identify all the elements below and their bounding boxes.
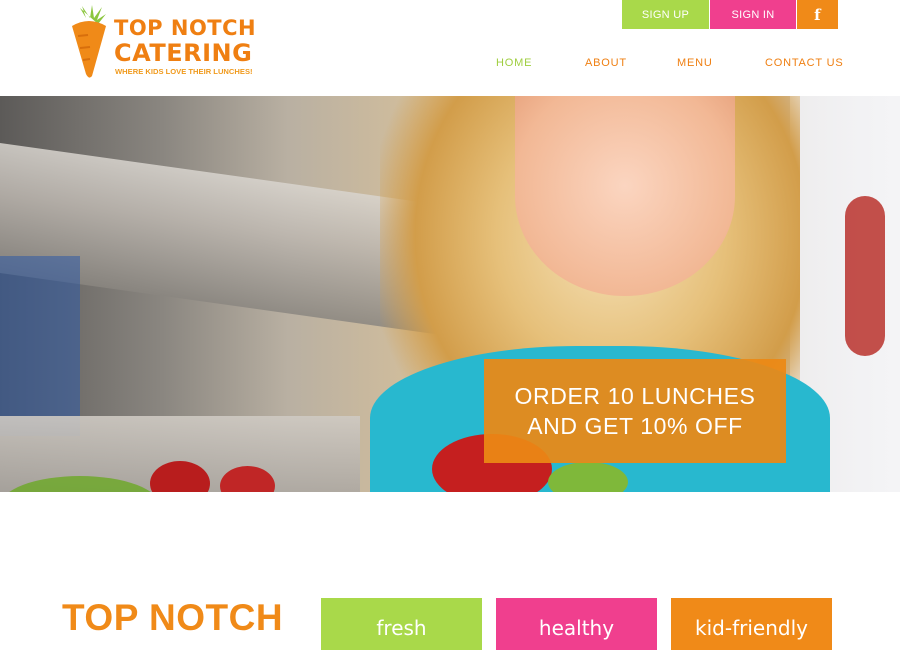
- hero-image-background-figure: [0, 256, 80, 436]
- promo-banner[interactable]: ORDER 10 LUNCHES AND GET 10% OFF: [484, 359, 786, 463]
- nav-home[interactable]: HOME: [496, 57, 532, 69]
- auth-buttons: SIGN UP SIGN IN f: [622, 0, 838, 29]
- hero-banner: ORDER 10 LUNCHES AND GET 10% OFF: [0, 96, 900, 492]
- main-nav: HOME ABOUT MENU CONTACT US: [0, 57, 900, 73]
- logo-name-line1: TOP NOTCH: [114, 16, 257, 40]
- feature-fresh[interactable]: fresh: [321, 598, 482, 650]
- nav-about[interactable]: ABOUT: [585, 57, 627, 69]
- intro-heading: TOP NOTCH: [62, 597, 284, 638]
- sign-up-button[interactable]: SIGN UP: [622, 0, 709, 29]
- feature-healthy[interactable]: healthy: [496, 598, 657, 650]
- promo-line2: AND GET 10% OFF: [527, 413, 743, 439]
- promo-line1: ORDER 10 LUNCHES: [514, 383, 756, 409]
- site-header: TOP NOTCH CATERING WHERE KIDS LOVE THEIR…: [0, 0, 900, 96]
- facebook-icon: f: [814, 5, 821, 24]
- hero-image-background-figure: [845, 196, 885, 356]
- facebook-button[interactable]: f: [797, 0, 838, 29]
- nav-menu[interactable]: MENU: [677, 57, 713, 69]
- hero-image-girl-face: [515, 96, 735, 296]
- feature-kid-friendly[interactable]: kid-friendly: [671, 598, 832, 650]
- sign-in-button[interactable]: SIGN IN: [710, 0, 796, 29]
- nav-contact-us[interactable]: CONTACT US: [765, 57, 844, 69]
